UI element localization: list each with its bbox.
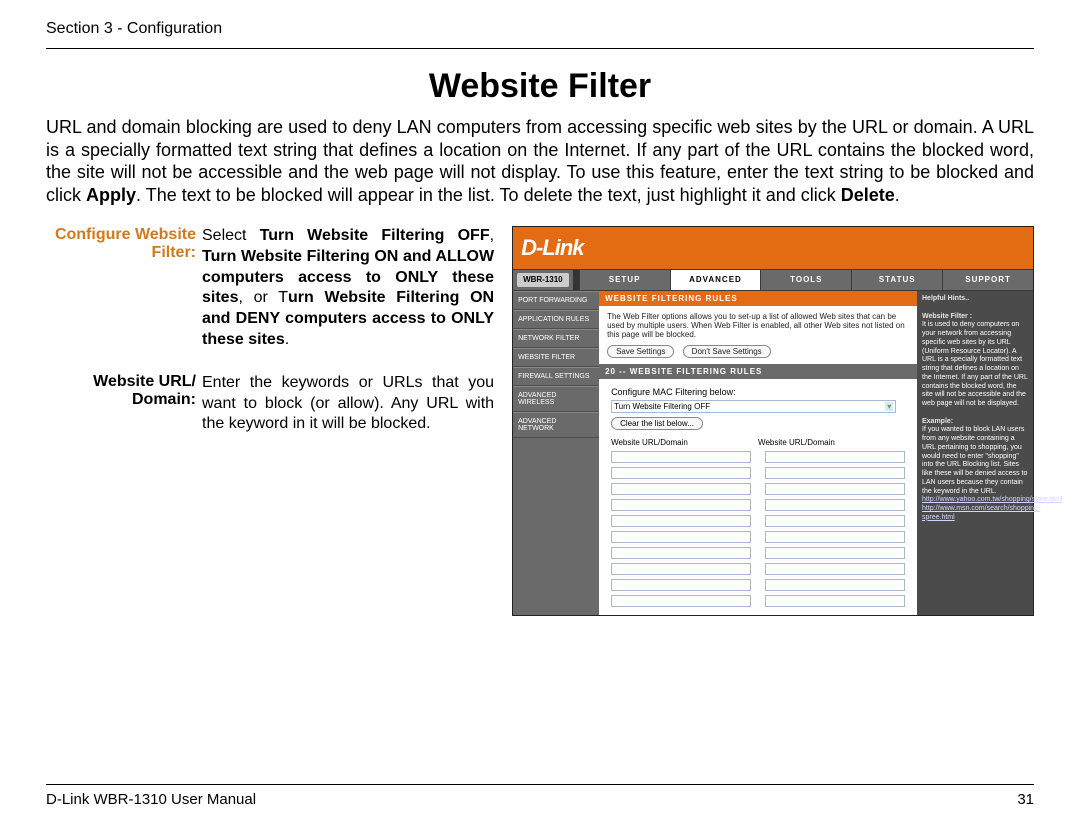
col-header-2: Website URL/Domain — [758, 438, 905, 447]
url-input[interactable] — [611, 515, 751, 527]
t: Select — [202, 227, 260, 244]
rules-description: The Web Filter options allows you to set… — [607, 312, 909, 339]
def-label-url: Website URL/ Domain: — [46, 373, 202, 435]
url-input[interactable] — [765, 483, 905, 495]
intro-text-c: . — [895, 185, 900, 205]
chevron-down-icon: ▾ — [885, 402, 893, 411]
intro-paragraph: URL and domain blocking are used to deny… — [46, 116, 1034, 206]
configure-label: Configure MAC Filtering below: — [611, 387, 905, 397]
url-input[interactable] — [611, 563, 751, 575]
filter-mode-select[interactable]: Turn Website Filtering OFF ▾ — [611, 400, 896, 413]
sidebar-item[interactable]: FIREWALL SETTINGS — [513, 367, 599, 386]
router-header: D-Link — [513, 227, 1033, 269]
url-input[interactable] — [611, 467, 751, 479]
hints-text-1: It is used to deny computers on your net… — [922, 321, 1028, 407]
url-input[interactable] — [611, 451, 751, 463]
url-input[interactable] — [611, 579, 751, 591]
main-tabs: SETUP ADVANCED TOOLS STATUS SUPPORT — [579, 270, 1033, 290]
url-input[interactable] — [765, 467, 905, 479]
url-input[interactable] — [611, 547, 751, 559]
footer-manual: D-Link WBR-1310 User Manual — [46, 791, 256, 808]
url-input[interactable] — [611, 531, 751, 543]
t: , or T — [238, 289, 288, 306]
tab-advanced[interactable]: ADVANCED — [670, 270, 761, 290]
def-label-configure: Configure Website Filter: — [46, 226, 202, 351]
sidebar-item[interactable]: WEBSITE FILTER — [513, 348, 599, 367]
url-input[interactable] — [765, 531, 905, 543]
url-input[interactable] — [765, 563, 905, 575]
intro-apply: Apply — [86, 185, 136, 205]
brand-logo: D-Link — [521, 235, 583, 261]
sidebar-item[interactable]: ADVANCED WIRELESS — [513, 386, 599, 412]
tab-support[interactable]: SUPPORT — [942, 270, 1033, 290]
url-input[interactable] — [611, 483, 751, 495]
sidebar-item[interactable]: APPLICATION RULES — [513, 310, 599, 329]
model-badge: WBR-1310 — [517, 273, 569, 287]
intro-delete: Delete — [841, 185, 895, 205]
col-header-1: Website URL/Domain — [611, 438, 758, 447]
url-input[interactable] — [611, 595, 751, 607]
router-sidebar: PORT FORWARDING APPLICATION RULES NETWOR… — [513, 291, 599, 615]
url-input[interactable] — [765, 451, 905, 463]
sidebar-item[interactable]: ADVANCED NETWORK — [513, 412, 599, 438]
url-input[interactable] — [765, 515, 905, 527]
tab-tools[interactable]: TOOLS — [760, 270, 851, 290]
url-input[interactable] — [765, 499, 905, 511]
page-title: Website Filter — [46, 67, 1034, 106]
hints-subtitle: Website Filter : — [922, 313, 972, 320]
tab-status[interactable]: STATUS — [851, 270, 942, 290]
def-body-configure: Select Turn Website Filtering OFF, Turn … — [202, 226, 494, 351]
hints-link-2[interactable]: http://www.msn.com/search/shopping-spree… — [922, 505, 1040, 521]
hints-example-label: Example: — [922, 418, 953, 425]
tab-setup[interactable]: SETUP — [579, 270, 670, 290]
dont-save-button[interactable]: Don't Save Settings — [683, 345, 771, 358]
router-screenshot: D-Link WBR-1310 SETUP ADVANCED TOOLS STA… — [512, 226, 1034, 616]
select-value: Turn Website Filtering OFF — [614, 402, 710, 411]
def-body-url: Enter the keywords or URLs that you want… — [202, 373, 494, 435]
t: Turn Website Filtering OFF — [260, 227, 490, 244]
section-bar-20: 20 -- WEBSITE FILTERING RULES — [599, 364, 917, 379]
sidebar-item[interactable]: NETWORK FILTER — [513, 329, 599, 348]
t: , — [490, 227, 494, 244]
section-bar-rules: WEBSITE FILTERING RULES — [599, 291, 917, 306]
hints-panel: Helpful Hints.. Website Filter : It is u… — [917, 291, 1033, 615]
t: . — [285, 331, 289, 348]
hints-link-1[interactable]: http://www.yahoo.com.tw/shopping/store.h… — [922, 496, 1062, 503]
url-input[interactable] — [611, 499, 751, 511]
save-button[interactable]: Save Settings — [607, 345, 674, 358]
url-input[interactable] — [765, 547, 905, 559]
hints-text-2: If you wanted to block LAN users from an… — [922, 426, 1027, 494]
url-input[interactable] — [765, 579, 905, 591]
url-input[interactable] — [765, 595, 905, 607]
section-header: Section 3 - Configuration — [46, 20, 1034, 38]
header-rule — [46, 48, 1034, 49]
intro-text-b: . The text to be blocked will appear in … — [136, 185, 841, 205]
sidebar-item[interactable]: PORT FORWARDING — [513, 291, 599, 310]
hints-title: Helpful Hints.. — [922, 295, 969, 302]
clear-list-button[interactable]: Clear the list below... — [611, 417, 703, 430]
footer-page-number: 31 — [1017, 791, 1034, 808]
